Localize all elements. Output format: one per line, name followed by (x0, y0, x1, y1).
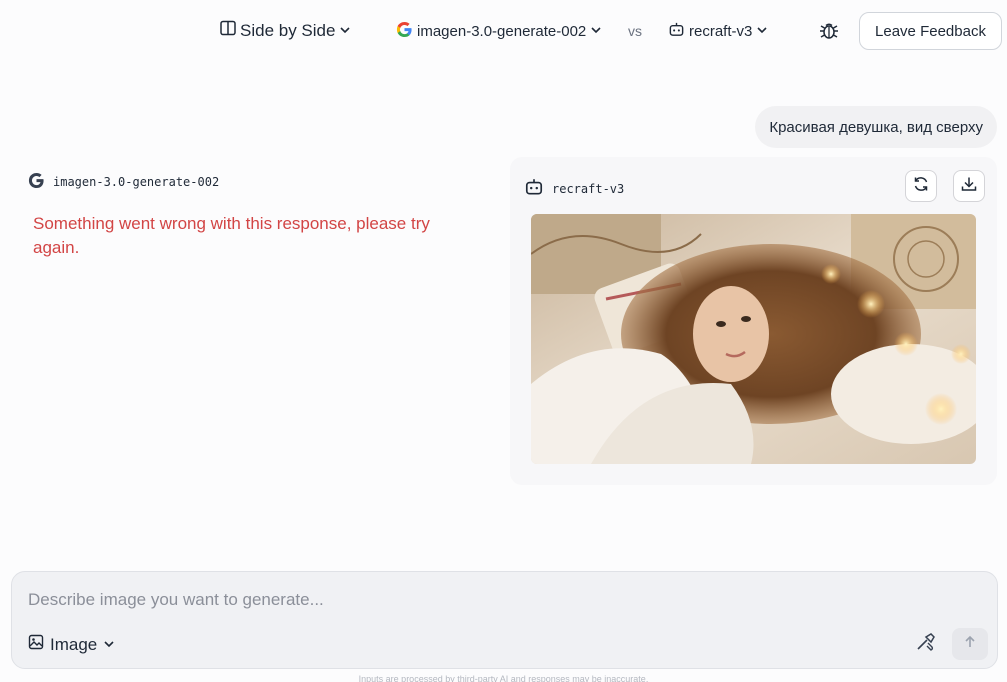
response-right: recraft-v3 (510, 157, 997, 485)
mode-label: Image (50, 634, 98, 654)
error-message: Something went wrong with this response,… (33, 214, 430, 257)
leave-feedback-button[interactable]: Leave Feedback (859, 12, 1002, 50)
mode-label: Side by Side (240, 20, 336, 40)
response-left-header: imagen-3.0-generate-002 (28, 172, 468, 192)
chevron-down-icon (339, 21, 351, 41)
mode-selector[interactable]: Side by Side (220, 20, 351, 41)
chevron-down-icon (590, 23, 602, 40)
response-right-model-label: recraft-v3 (552, 181, 625, 196)
download-icon (960, 175, 978, 198)
prompt-input[interactable] (28, 590, 908, 610)
arrow-up-icon (962, 634, 978, 655)
image-icon (28, 634, 44, 655)
response-left: imagen-3.0-generate-002 Something went w… (28, 172, 468, 260)
robot-icon (524, 177, 544, 200)
model-a-label: imagen-3.0-generate-002 (417, 23, 587, 40)
download-button[interactable] (953, 170, 985, 202)
side-by-side-icon (220, 20, 236, 41)
refresh-icon (912, 175, 930, 198)
chevron-down-icon (756, 23, 768, 40)
chevron-down-icon (103, 635, 115, 655)
bug-icon[interactable] (818, 18, 842, 42)
regenerate-button[interactable] (905, 170, 937, 202)
google-icon (396, 21, 413, 42)
model-b-selector[interactable]: recraft-v3 (668, 21, 768, 42)
response-right-header: recraft-v3 (524, 177, 624, 200)
send-button[interactable] (952, 628, 988, 660)
wand-icon (915, 631, 937, 658)
generation-mode-selector[interactable]: Image (28, 634, 115, 655)
user-prompt-bubble: Красивая девушка, вид сверху (755, 106, 997, 148)
model-a-selector[interactable]: imagen-3.0-generate-002 (396, 21, 602, 42)
enhance-prompt-button[interactable] (912, 630, 940, 658)
disclaimer-text: Inputs are processed by third-party AI a… (358, 674, 649, 682)
generated-image[interactable] (531, 214, 976, 464)
top-bar: Side by Side imagen-3.0-generate-002 vs … (0, 0, 1007, 62)
prompt-composer: Image (11, 571, 998, 669)
response-left-model-label: imagen-3.0-generate-002 (53, 175, 220, 189)
google-icon (28, 172, 45, 192)
robot-icon (668, 21, 685, 42)
model-b-label: recraft-v3 (689, 23, 753, 40)
vs-label: vs (628, 23, 642, 39)
